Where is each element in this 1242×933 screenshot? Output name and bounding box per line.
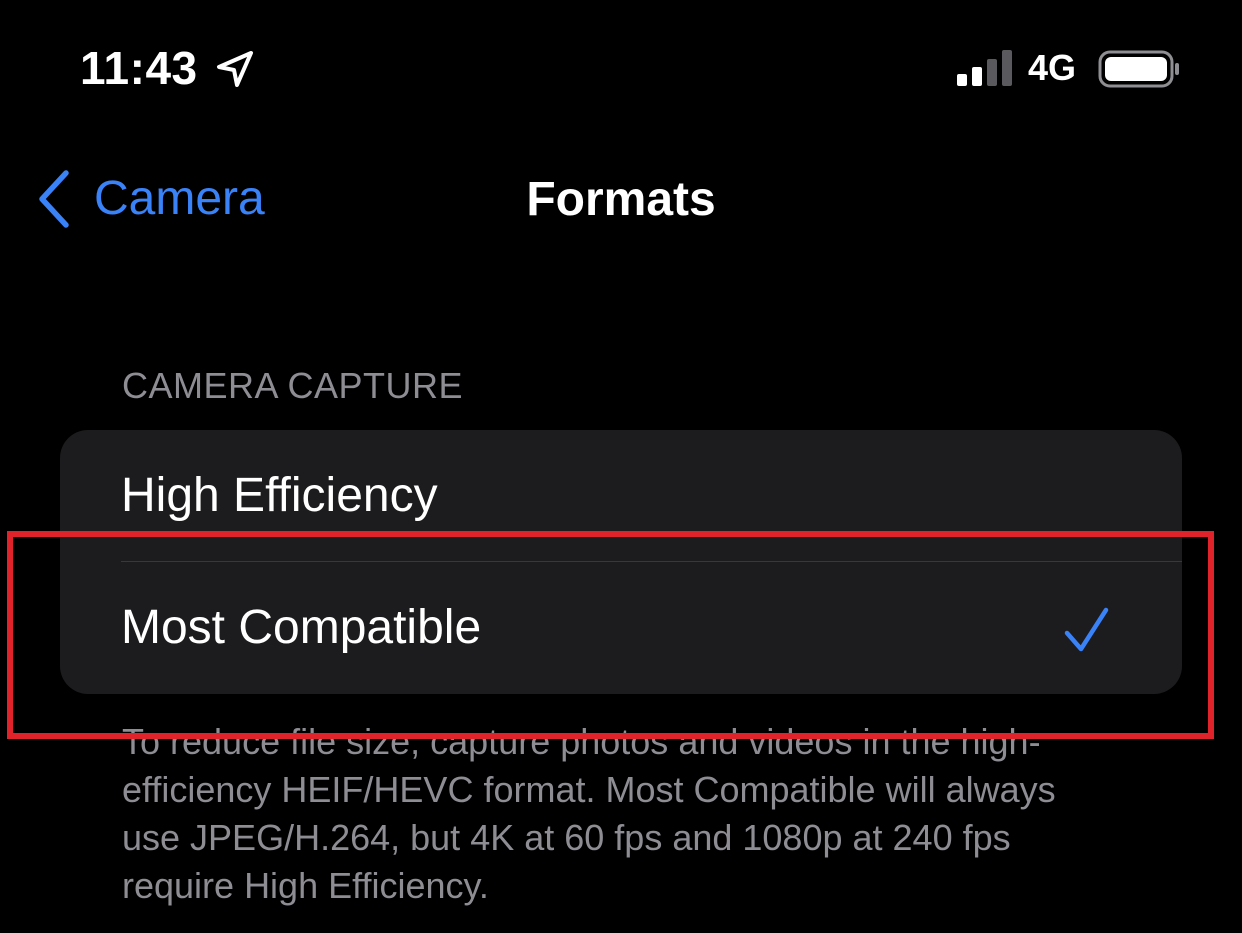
- network-type-label: 4G: [1028, 47, 1077, 88]
- section-footer-text: To reduce file size, capture photos and …: [122, 721, 1056, 906]
- format-options-group: High Efficiency Most Compatible: [60, 430, 1182, 694]
- option-most-compatible[interactable]: Most Compatible: [60, 562, 1182, 693]
- status-bar: 11:43 4G: [0, 0, 1242, 140]
- section-header: CAMERA CAPTURE: [122, 365, 464, 406]
- battery-icon: [1098, 50, 1179, 88]
- option-high-efficiency[interactable]: High Efficiency: [60, 430, 1182, 562]
- signal-icon: [957, 50, 1012, 86]
- location-arrow-icon: [217, 51, 253, 87]
- option-label: Most Compatible: [121, 601, 482, 654]
- checkmark-icon: [1064, 607, 1109, 652]
- status-time: 11:43: [80, 42, 198, 94]
- page-title: Formats: [526, 173, 716, 226]
- option-label: High Efficiency: [121, 469, 438, 522]
